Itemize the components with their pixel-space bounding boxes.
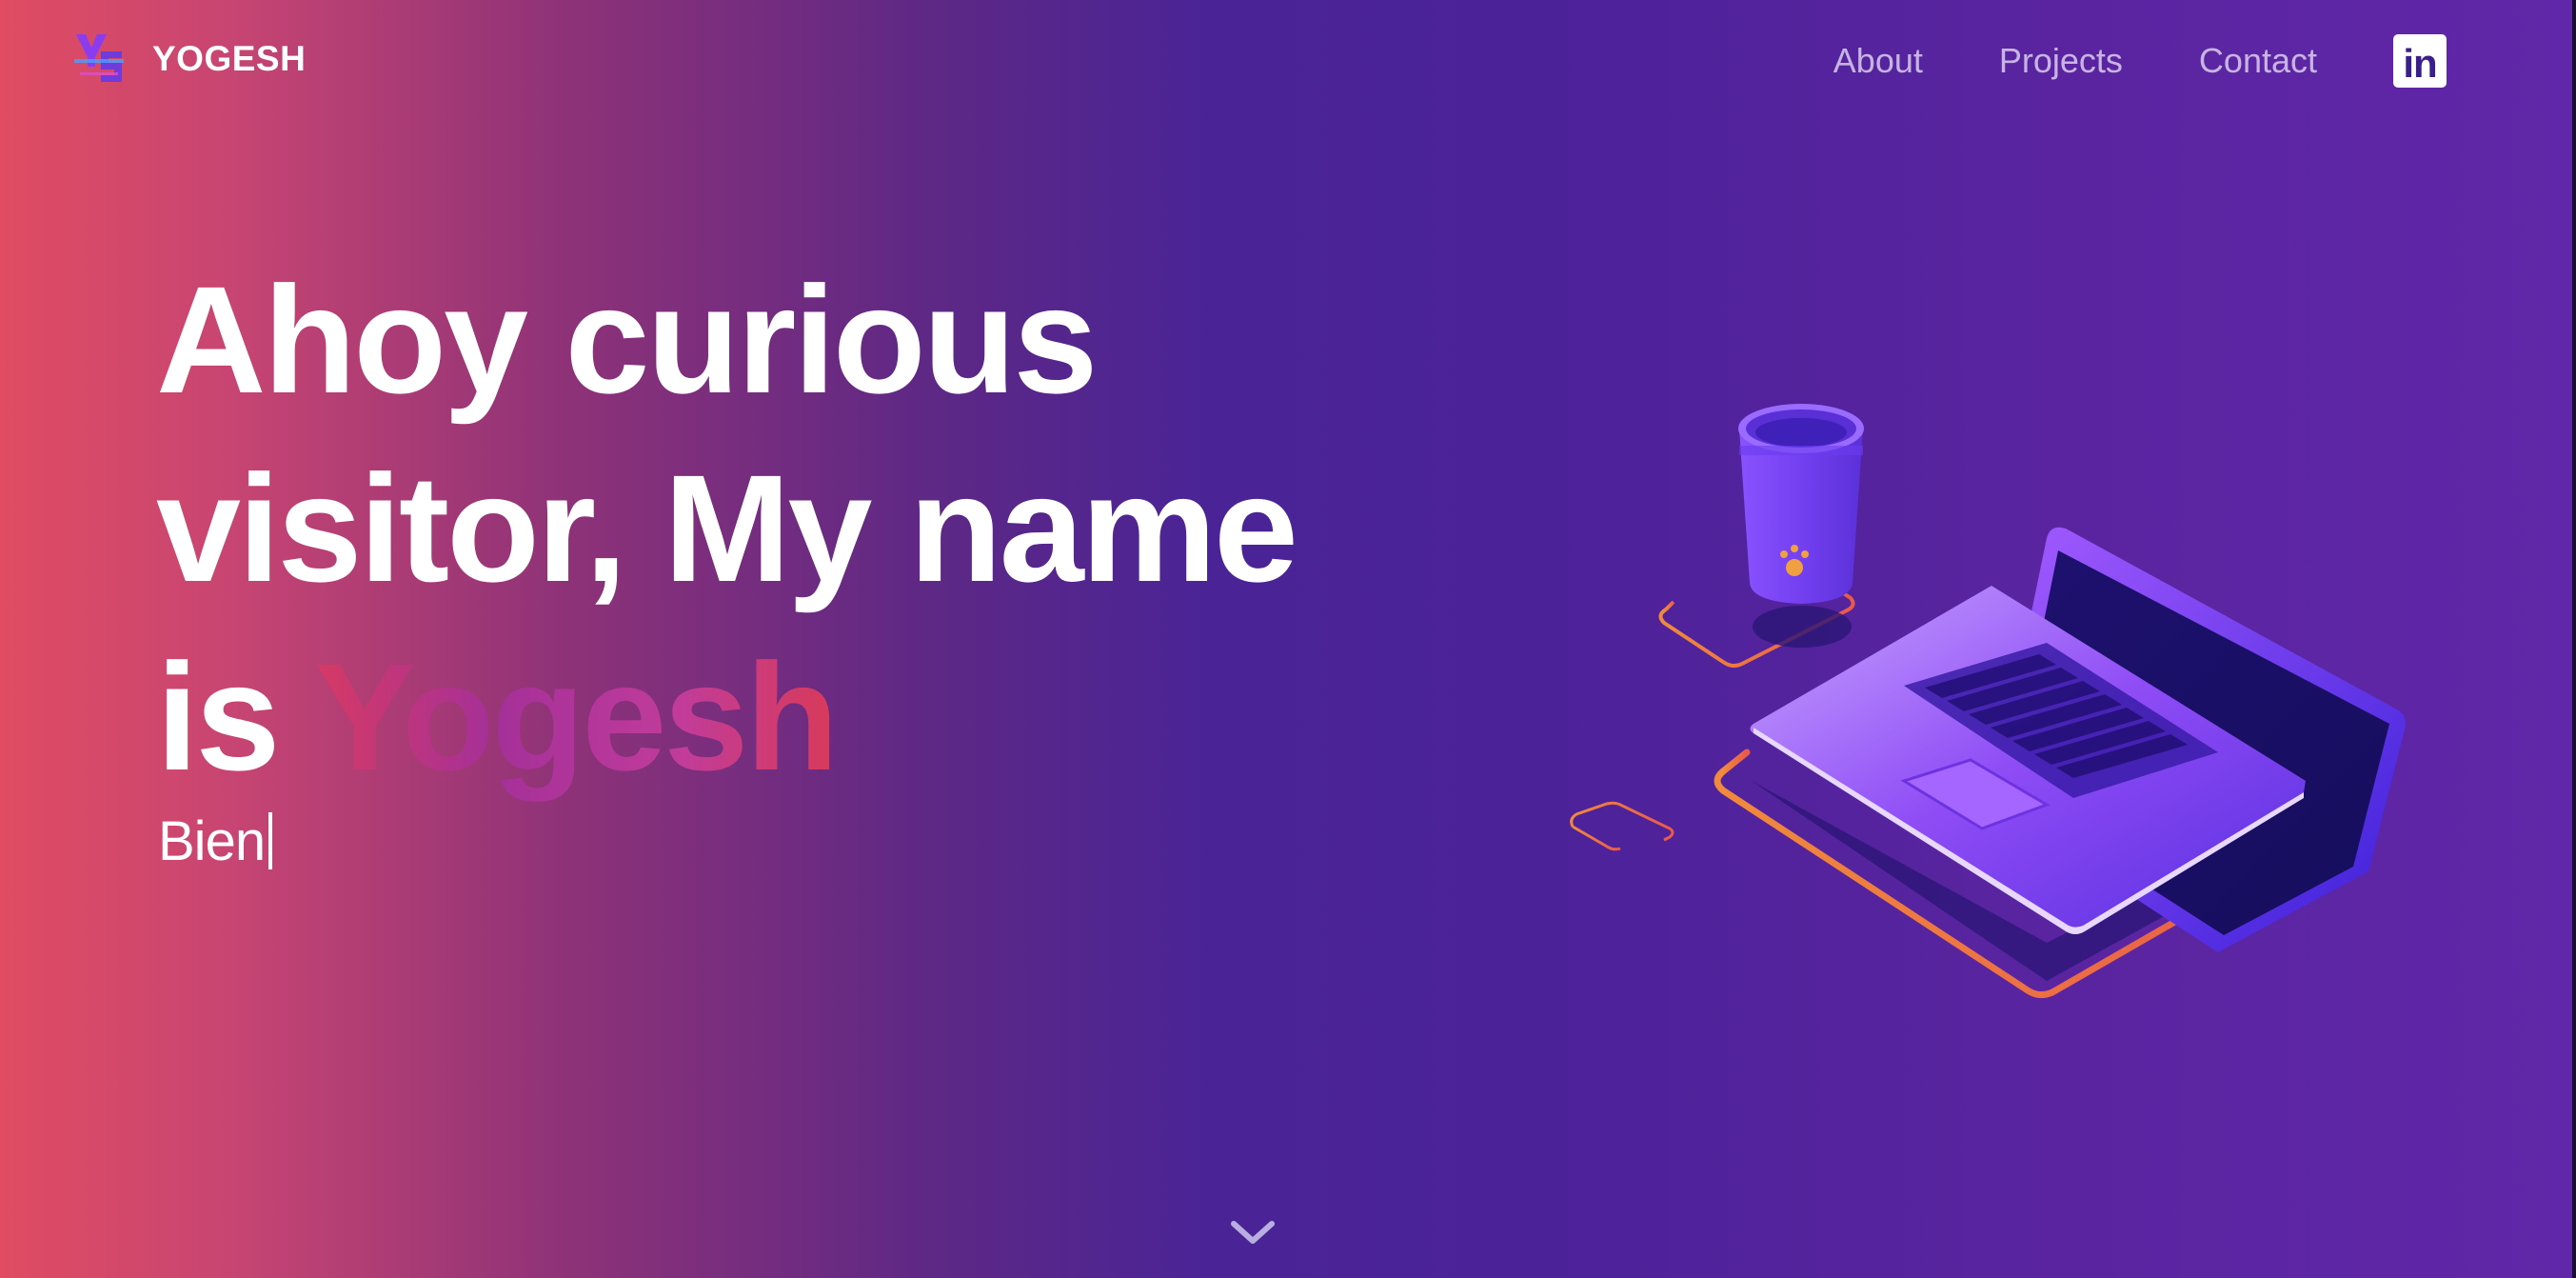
laptop-and-cup-illustration <box>1570 404 2406 999</box>
hero-line-1: Ahoy curious <box>156 254 1098 425</box>
hero-heading: Ahoy curious visitor, My name is Yogesh <box>156 246 1298 811</box>
linkedin-glyph: in <box>2403 41 2437 86</box>
nav-link-projects[interactable]: Projects <box>1999 41 2123 81</box>
site-logo[interactable]: YOGESH <box>72 29 306 90</box>
hero-line-3-prefix: is <box>156 631 280 802</box>
logo-icon <box>74 34 124 82</box>
hero-name: Yogesh <box>314 631 839 802</box>
typed-text-value: Bien <box>158 810 266 872</box>
text-cursor <box>268 812 273 869</box>
linkedin-icon[interactable]: in <box>2393 34 2447 88</box>
hero-line-3: is Yogesh <box>156 623 1296 811</box>
top-nav: About Projects Contact in <box>1833 34 2447 88</box>
window-edge <box>2572 0 2576 1278</box>
typed-text: Bien <box>158 809 273 873</box>
hero-line-2: visitor, My name <box>156 443 1298 613</box>
chevron-down-icon[interactable] <box>1226 1214 1279 1252</box>
logo-text: YOGESH <box>152 39 307 78</box>
nav-link-contact[interactable]: Contact <box>2199 41 2317 81</box>
nav-link-about[interactable]: About <box>1833 41 1923 81</box>
